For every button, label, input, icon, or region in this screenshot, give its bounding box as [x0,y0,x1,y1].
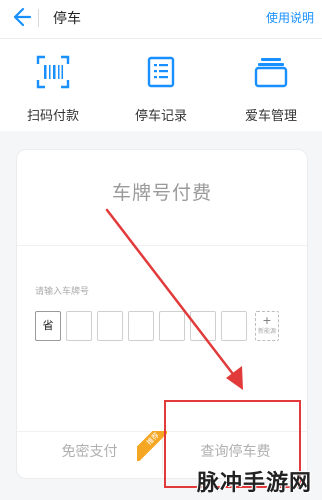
plate-char-box[interactable] [97,311,123,341]
card-divider [17,245,307,246]
scan-pay-button[interactable]: 扫码付款 [8,53,98,124]
plate-input-row: 省 + 新能源 [35,311,297,341]
top-bar: 停车 使用说明 [0,0,322,39]
card-stack-icon [254,58,288,88]
new-energy-plate-box[interactable]: + 新能源 [255,311,279,341]
scan-icon [36,55,70,89]
plate-input-hint: 请输入车牌号 [35,287,90,297]
quick-actions: 扫码付款 停车记录 爱车管理 [0,39,322,131]
header-divider [38,9,39,27]
page-title: 停车 [53,11,81,27]
help-link[interactable]: 使用说明 [266,9,314,26]
recommend-badge-label: 推荐 [137,431,167,461]
back-arrow-icon[interactable] [6,4,32,30]
car-management-label: 爱车管理 [244,109,297,124]
new-energy-label: 新能源 [257,328,276,335]
parking-records-button[interactable]: 停车记录 [116,53,206,124]
plate-char-box[interactable] [128,311,154,341]
plate-province-box[interactable]: 省 [35,311,61,341]
plus-icon: + [262,314,272,327]
list-doc-icon [147,56,175,88]
plate-char-box[interactable] [190,311,216,341]
plate-char-box[interactable] [66,311,92,341]
car-management-button[interactable]: 爱车管理 [226,53,316,124]
recommend-badge: 推荐 [137,431,167,461]
card-title: 车牌号付费 [111,182,212,204]
scan-pay-label: 扫码付款 [26,109,79,124]
plate-char-box[interactable] [159,311,185,341]
site-watermark: 脉冲手游网 [197,471,313,496]
plate-char-box[interactable] [221,311,247,341]
parking-records-label: 停车记录 [134,109,187,124]
